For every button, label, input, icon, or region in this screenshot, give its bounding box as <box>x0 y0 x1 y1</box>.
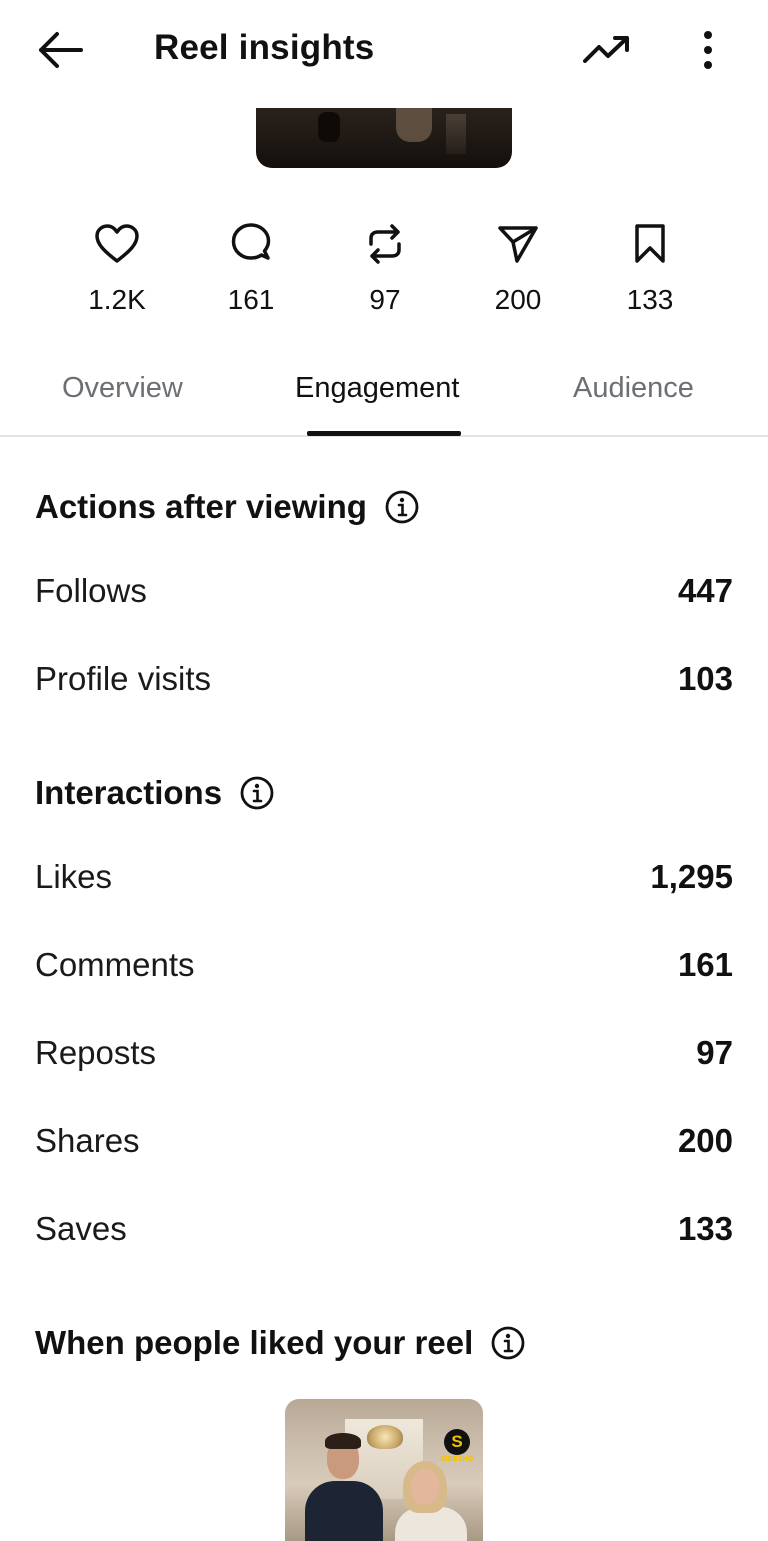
channel-logo: S SINESHO <box>437 1429 477 1469</box>
row-label: Likes <box>35 858 113 895</box>
reposts-row: Reposts 97 <box>35 1028 733 1078</box>
section-title: When people liked your reel <box>35 1324 474 1361</box>
reel-stats: 1.2K 161 97 200 133 <box>50 218 716 328</box>
saves-count: 133 <box>626 284 674 315</box>
saves-stat[interactable]: 133 <box>583 218 717 328</box>
row-value: 447 <box>677 572 733 609</box>
trends-button[interactable] <box>576 24 638 76</box>
comments-row: Comments 161 <box>35 940 733 990</box>
top-bar: Reel insights <box>0 0 768 100</box>
reposts-stat[interactable]: 97 <box>318 218 452 328</box>
row-label: Reposts <box>35 1034 157 1071</box>
comment-icon <box>231 223 271 260</box>
liked-timing-section: When people liked your reel <box>35 1324 525 1362</box>
info-icon <box>491 1326 525 1360</box>
row-label: Comments <box>35 946 195 983</box>
comments-stat[interactable]: 161 <box>184 218 318 328</box>
reel-thumbnail[interactable] <box>256 108 512 168</box>
comments-count: 161 <box>227 284 275 315</box>
info-icon <box>240 776 274 810</box>
row-value: 1,295 <box>650 858 733 895</box>
profile-visits-row: Profile visits 103 <box>35 654 733 704</box>
bookmark-icon <box>635 224 665 263</box>
row-value: 200 <box>677 1122 733 1159</box>
likes-stat[interactable]: 1.2K <box>50 218 184 328</box>
send-icon <box>498 226 538 263</box>
heart-icon <box>95 224 139 263</box>
row-label: Follows <box>35 572 147 609</box>
reel-preview-thumbnail[interactable]: S SINESHO <box>285 1399 483 1541</box>
likes-row: Likes 1,295 <box>35 852 733 902</box>
row-value: 161 <box>677 946 733 983</box>
section-title: Interactions <box>35 774 223 811</box>
shares-stat[interactable]: 200 <box>451 218 585 328</box>
liked-info-button[interactable] <box>491 1326 525 1360</box>
row-label: Shares <box>35 1122 140 1159</box>
likes-count: 1.2K <box>88 284 146 315</box>
repost-icon <box>369 224 401 264</box>
tab-overview[interactable]: Overview <box>62 372 183 405</box>
info-icon <box>385 490 419 524</box>
section-title: Actions after viewing <box>35 488 367 525</box>
chandelier-image <box>367 1425 403 1449</box>
page-title: Reel insights <box>154 28 375 67</box>
follows-row: Follows 447 <box>35 566 733 616</box>
interactions-info-button[interactable] <box>240 776 274 810</box>
active-tab-indicator <box>307 431 461 436</box>
tab-engagement[interactable]: Engagement <box>295 372 459 405</box>
shares-row: Shares 200 <box>35 1116 733 1166</box>
tab-audience[interactable]: Audience <box>573 372 694 405</box>
row-label: Saves <box>35 1210 127 1247</box>
actions-after-viewing-section: Actions after viewing <box>35 488 419 526</box>
arrow-left-icon <box>39 32 83 68</box>
row-value: 133 <box>677 1210 733 1247</box>
interactions-section: Interactions <box>35 774 274 812</box>
shares-count: 200 <box>494 284 542 315</box>
row-value: 97 <box>696 1034 733 1071</box>
more-vertical-icon <box>704 31 712 69</box>
actions-info-button[interactable] <box>385 490 419 524</box>
insights-tabs: Overview Engagement Audience <box>0 360 768 437</box>
reposts-count: 97 <box>369 284 401 315</box>
back-button[interactable] <box>28 24 92 76</box>
row-label: Profile visits <box>35 660 212 697</box>
row-value: 103 <box>677 660 733 697</box>
saves-row: Saves 133 <box>35 1204 733 1254</box>
trending-up-icon <box>583 36 629 63</box>
more-options-button[interactable] <box>686 22 730 78</box>
